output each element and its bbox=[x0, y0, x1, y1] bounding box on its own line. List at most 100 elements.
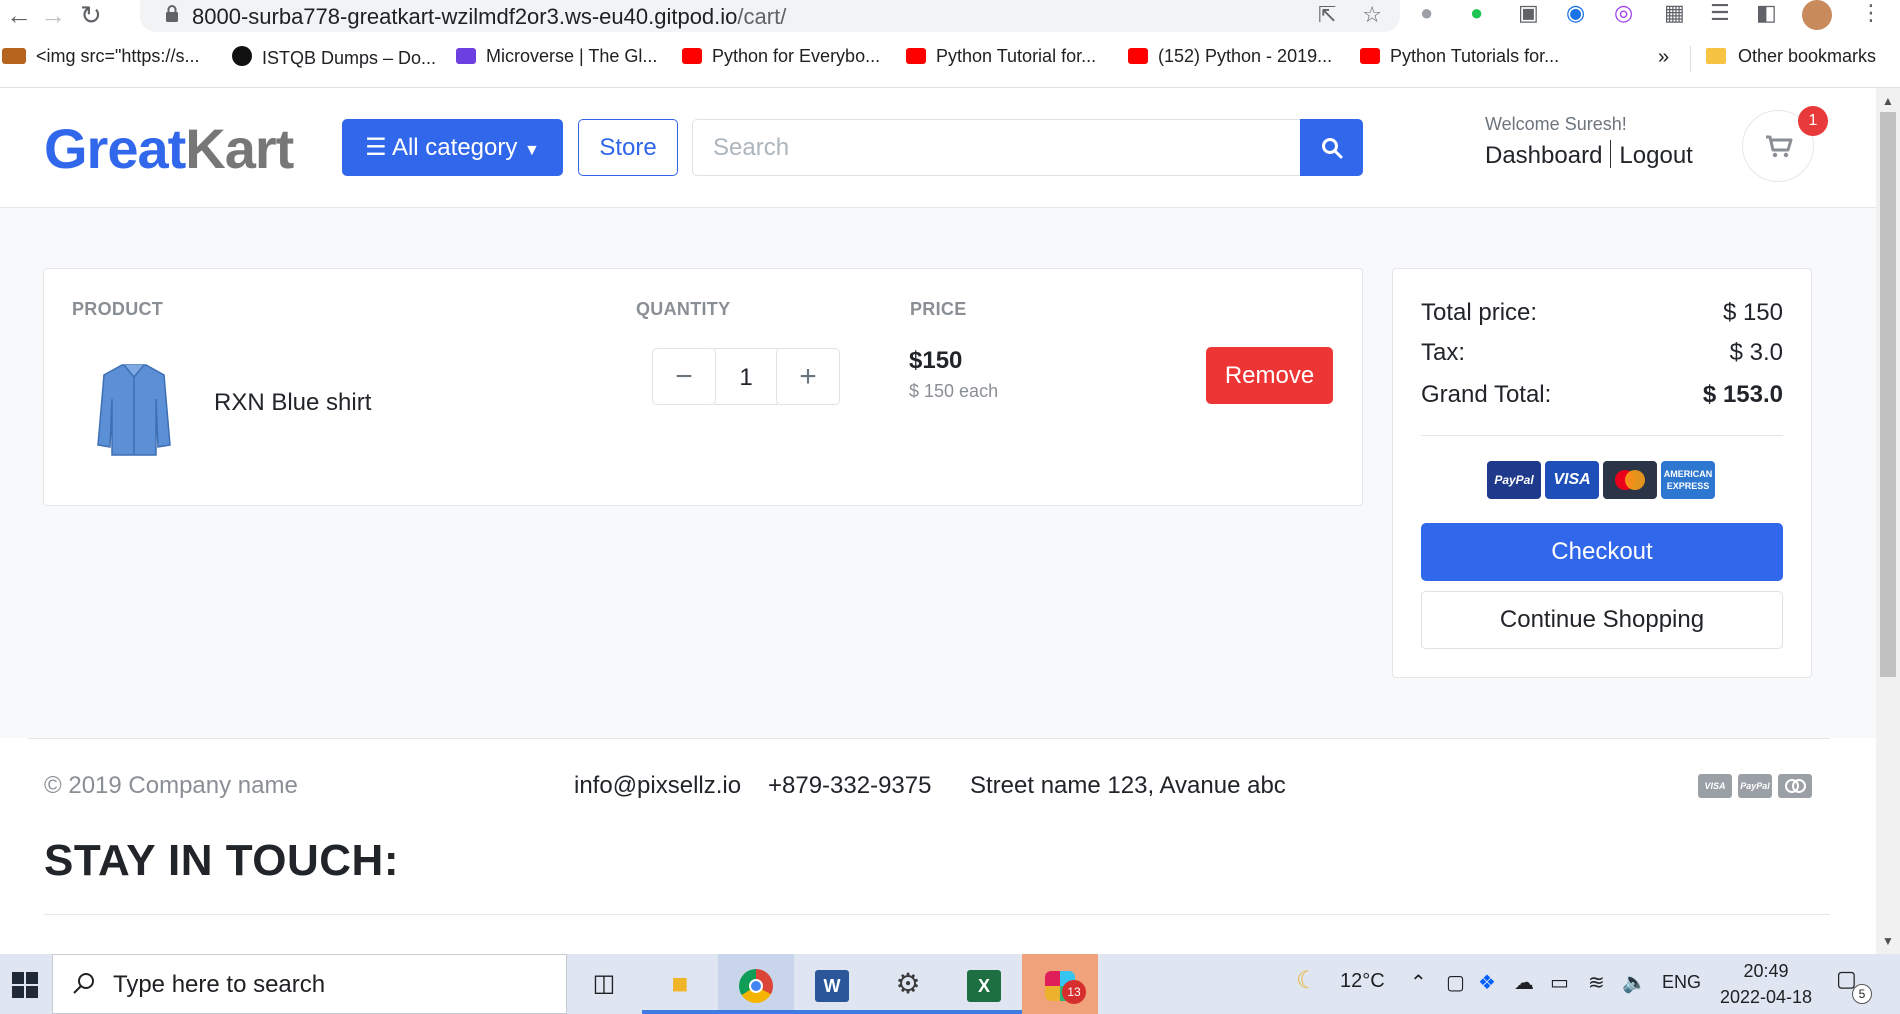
all-category-button[interactable]: ☰ All category ▼ bbox=[342, 119, 563, 176]
remove-button[interactable]: Remove bbox=[1206, 347, 1333, 404]
profile-avatar[interactable] bbox=[1802, 0, 1832, 30]
divider bbox=[1421, 435, 1783, 436]
product-name[interactable]: RXN Blue shirt bbox=[214, 389, 371, 417]
wifi-icon[interactable]: ≋ bbox=[1588, 970, 1605, 995]
reading-list-icon[interactable]: ☰ bbox=[1710, 0, 1730, 26]
paypal-icon: PayPal bbox=[1738, 774, 1772, 798]
tax-value: $ 3.0 bbox=[1729, 339, 1783, 366]
taskbar-search[interactable]: Type here to search bbox=[52, 954, 567, 1014]
page-scrollbar[interactable]: ▲ ▼ bbox=[1876, 88, 1900, 954]
dashboard-link[interactable]: Dashboard bbox=[1485, 142, 1602, 169]
site-footer: © 2019 Company name info@pixsellz.io +87… bbox=[0, 738, 1876, 954]
chrome-icon[interactable] bbox=[718, 954, 794, 1014]
bars-icon: ☰ bbox=[365, 134, 387, 161]
side-panel-icon[interactable]: ◧ bbox=[1756, 0, 1777, 26]
grand-total-label: Grand Total: bbox=[1421, 381, 1552, 408]
reload-icon[interactable]: ↻ bbox=[80, 2, 102, 28]
extension-radio-icon[interactable]: ◎ bbox=[1614, 0, 1633, 26]
temperature[interactable]: 12°C bbox=[1340, 970, 1385, 993]
weather-moon-icon[interactable]: ☾ bbox=[1296, 966, 1318, 995]
scroll-down-icon[interactable]: ▼ bbox=[1882, 934, 1894, 948]
mastercard-icon bbox=[1603, 461, 1657, 499]
back-icon[interactable]: ← bbox=[6, 2, 32, 28]
scroll-up-icon[interactable]: ▲ bbox=[1882, 94, 1894, 108]
forward-icon[interactable]: → bbox=[40, 2, 66, 28]
decrease-quantity-button[interactable]: − bbox=[652, 348, 716, 405]
omnibox-actions: ⇱ ☆ bbox=[1292, 2, 1382, 28]
increase-quantity-button[interactable]: + bbox=[776, 348, 840, 405]
slack-badge: 13 bbox=[1062, 980, 1086, 1004]
slack-icon[interactable]: 13 bbox=[1022, 954, 1098, 1014]
bookmark-label: (152) Python - 2019... bbox=[1158, 46, 1333, 66]
excel-icon[interactable]: X bbox=[946, 954, 1022, 1014]
scroll-thumb[interactable] bbox=[1880, 112, 1896, 677]
active-indicator bbox=[946, 1010, 1022, 1014]
all-category-label: All category bbox=[391, 134, 518, 161]
footer-email[interactable]: info@pixsellz.io bbox=[574, 772, 741, 800]
extension-cast-icon[interactable]: ▣ bbox=[1518, 0, 1539, 26]
bookmark-item[interactable]: Microverse | The Gl... bbox=[456, 46, 657, 67]
meet-now-icon[interactable]: ▢ bbox=[1446, 970, 1465, 995]
grand-total-value: $ 153.0 bbox=[1702, 381, 1783, 408]
volume-icon[interactable]: 🔈 bbox=[1622, 970, 1647, 995]
bookmark-item[interactable]: ISTQB Dumps – Do... bbox=[232, 46, 436, 69]
logo[interactable]: GreatKart bbox=[44, 116, 294, 181]
puzzle-icon[interactable]: ▦ bbox=[1664, 0, 1685, 26]
system-clock[interactable]: 20:49 2022-04-18 bbox=[1716, 958, 1816, 1010]
windows-start-icon[interactable] bbox=[12, 972, 38, 998]
word-icon[interactable]: W bbox=[794, 954, 870, 1014]
grammarly-icon[interactable]: ● bbox=[1420, 0, 1433, 26]
bookmark-star-icon[interactable]: ☆ bbox=[1362, 2, 1382, 27]
quantity-value: 1 bbox=[714, 348, 778, 405]
quantity-stepper: − 1 + bbox=[652, 348, 840, 405]
language-indicator[interactable]: ENG bbox=[1662, 972, 1701, 993]
task-view-icon[interactable]: ◫ bbox=[566, 954, 642, 1014]
visa-icon: VISA bbox=[1545, 461, 1599, 499]
extension-green-icon[interactable]: ● bbox=[1470, 0, 1483, 26]
continue-shopping-button[interactable]: Continue Shopping bbox=[1421, 591, 1783, 649]
youtube-icon bbox=[906, 48, 926, 64]
youtube-icon bbox=[682, 48, 702, 64]
onedrive-icon[interactable]: ☁ bbox=[1514, 970, 1534, 995]
show-hidden-icons-icon[interactable]: ⌃ bbox=[1410, 970, 1427, 995]
item-price: $150 bbox=[909, 347, 963, 374]
bookmark-item[interactable]: <img src="https://s... bbox=[2, 46, 199, 67]
grand-total-row: Grand Total: $ 153.0 bbox=[1421, 381, 1783, 409]
other-bookmarks[interactable]: Other bookmarks bbox=[1706, 46, 1876, 67]
clock-date: 2022-04-18 bbox=[1719, 987, 1813, 1007]
more-bookmarks-button[interactable]: » bbox=[1658, 46, 1669, 69]
tax-label: Tax: bbox=[1421, 339, 1466, 366]
dropbox-icon[interactable]: ❖ bbox=[1478, 970, 1496, 995]
cart-icon bbox=[1766, 135, 1793, 158]
welcome-text: Welcome Suresh! bbox=[1485, 114, 1627, 134]
active-indicator bbox=[870, 1010, 946, 1014]
excel-logo: X bbox=[967, 969, 1001, 1002]
extension-blue-icon[interactable]: ◉ bbox=[1566, 0, 1585, 26]
search-button[interactable] bbox=[1300, 119, 1363, 176]
bookmark-label: Python Tutorial for... bbox=[936, 46, 1097, 66]
address-bar[interactable]: 8000-surba778-greatkart-wzilmdf2or3.ws-e… bbox=[140, 0, 1400, 32]
amex-icon: AMERICAN EXPRESS bbox=[1661, 461, 1715, 499]
menu-dots-icon[interactable]: ⋮ bbox=[1860, 0, 1882, 26]
product-thumbnail[interactable] bbox=[94, 359, 174, 459]
logout-link[interactable]: Logout bbox=[1619, 142, 1692, 169]
istqb-icon bbox=[232, 46, 252, 66]
search-input[interactable]: Search bbox=[692, 119, 1302, 176]
bookmark-item[interactable]: (152) Python - 2019... bbox=[1128, 46, 1332, 67]
checkout-button[interactable]: Checkout bbox=[1421, 523, 1783, 581]
payment-methods: PayPal VISA AMERICAN EXPRESS bbox=[1487, 461, 1717, 499]
bookmark-item[interactable]: Python Tutorial for... bbox=[906, 46, 1096, 67]
column-header-price: PRICE bbox=[910, 299, 967, 319]
search-icon bbox=[73, 973, 94, 994]
file-explorer-icon[interactable]: ■ bbox=[642, 954, 718, 1014]
settings-gear-icon[interactable]: ⚙ bbox=[870, 954, 946, 1014]
bookmark-item[interactable]: Python Tutorials for... bbox=[1360, 46, 1559, 67]
column-header-quantity: QUANTITY bbox=[636, 299, 731, 319]
bookmark-item[interactable]: Python for Everybo... bbox=[682, 46, 880, 67]
battery-icon[interactable]: ▭ bbox=[1550, 970, 1569, 995]
bookmark-label: ISTQB Dumps – Do... bbox=[262, 48, 437, 68]
store-button[interactable]: Store bbox=[578, 119, 678, 176]
account-links: Dashboard Logout bbox=[1485, 140, 1693, 170]
share-icon[interactable]: ⇱ bbox=[1318, 2, 1336, 27]
paypal-icon: PayPal bbox=[1487, 461, 1541, 499]
